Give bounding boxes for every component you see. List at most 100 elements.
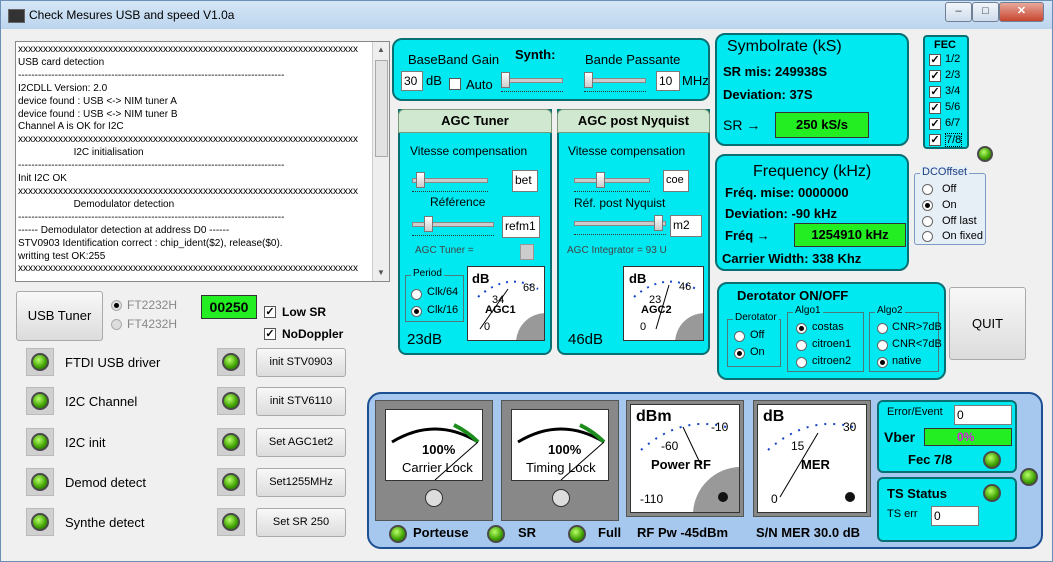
reference-label: Référence (430, 195, 486, 209)
scroll-down-icon[interactable]: ▼ (373, 265, 389, 281)
agc2-tick-0: 0 (640, 321, 647, 333)
baseband-label: BaseBand Gain (408, 52, 500, 67)
power-rf-meter: dBm -10 -60 Power RF -110 (630, 404, 740, 513)
error-panel: Error/Event 0 Vber 0% Fec 7/8 (877, 400, 1017, 473)
fec-rate-readout: Fec 7/8 (908, 452, 953, 467)
dcoffset-radio[interactable] (922, 216, 933, 227)
algo1-radio[interactable] (796, 323, 807, 334)
bandwidth-input[interactable]: 10 (656, 71, 680, 91)
algo1-radio[interactable] (796, 340, 807, 351)
derotator-off-radio[interactable] (734, 331, 745, 342)
nyquist-vitesse-slider[interactable] (574, 172, 650, 192)
nyquist-vitesse-input[interactable]: coe (663, 170, 689, 192)
init-led (217, 428, 245, 456)
porteuse-label: Porteuse (413, 525, 469, 540)
nyquist-ref-slider[interactable] (574, 215, 666, 235)
derotator-on-label: On (750, 346, 765, 358)
error-event-input[interactable]: 0 (954, 405, 1012, 425)
log-line: STV0903 Identification correct : chip_id… (18, 237, 283, 249)
status-label: FTDI USB driver (65, 355, 161, 370)
freq-deviation: Deviation: -90 kHz (725, 206, 837, 221)
derotator-panel: Derotator ON/OFF Derotator Off On Algo1 … (717, 282, 946, 380)
nyquist-ref-input[interactable]: m2 (670, 215, 702, 237)
ft2232-radio[interactable] (111, 300, 122, 311)
dcoffset-title: DCOffset (920, 166, 970, 178)
dcoffset-radio[interactable] (922, 231, 933, 242)
close-button[interactable]: ✕ (999, 2, 1044, 22)
porteuse-led-icon (389, 525, 407, 543)
algo1-radio[interactable] (796, 357, 807, 368)
algo2-radio[interactable] (877, 323, 888, 334)
sr-deviation: Deviation: 37S (723, 87, 813, 102)
dcoffset-radio[interactable] (922, 184, 933, 195)
init-stv0903-button[interactable]: init STV0903 (256, 348, 346, 377)
minimize-button[interactable]: – (945, 2, 972, 22)
log-scrollbar[interactable]: ▲ ▼ (372, 42, 389, 281)
scroll-thumb[interactable] (375, 60, 388, 157)
fec-checkbox[interactable]: ✓ (929, 118, 941, 130)
ts-err-label: TS err (887, 508, 918, 520)
algo2-radio[interactable] (877, 357, 888, 368)
quit-button[interactable]: QUIT (949, 287, 1026, 360)
vber-label: Vber (884, 429, 916, 445)
frequency-panel: Frequency (kHz) Fréq. mise: 0000000 Devi… (715, 154, 909, 271)
agc1-tick-68: 68 (523, 282, 536, 294)
ft4232-radio[interactable] (111, 319, 122, 330)
algo1-label: costas (812, 321, 844, 333)
nodoppler-checkbox[interactable]: ✓ (264, 328, 276, 340)
fec-checkbox[interactable]: ✓ (929, 54, 941, 66)
clk16-radio[interactable] (411, 306, 422, 317)
tuner-vitesse-input[interactable]: bet (512, 170, 538, 192)
init-stv6110-button[interactable]: init STV6110 (256, 387, 346, 416)
log-textbox[interactable]: xxxxxxxxxxxxxxxxxxxxxxxxxxxxxxxxxxxxxxxx… (15, 41, 390, 282)
scroll-up-icon[interactable]: ▲ (373, 42, 389, 58)
auto-checkbox[interactable] (449, 78, 461, 90)
timing-lock-meter: 100% Timing Lock (511, 409, 609, 481)
fec-checkbox[interactable]: ✓ (929, 102, 941, 114)
set-sr-button[interactable]: Set SR 250 (256, 508, 346, 537)
carrier-lock-meter: 100% Carrier Lock (385, 409, 483, 481)
measures-panel: 100% Carrier Lock 100% Timing Lock dBm -… (367, 392, 1043, 549)
ts-err-input[interactable]: 0 (931, 506, 979, 526)
maximize-button[interactable]: □ (972, 2, 999, 22)
full-led-icon (568, 525, 586, 543)
algo2-radio[interactable] (877, 340, 888, 351)
auto-label: Auto (466, 77, 493, 92)
tuner-ref-slider[interactable] (412, 216, 494, 236)
status-label: Synthe detect (65, 515, 145, 530)
usb-tuner-button[interactable]: USB Tuner (16, 291, 103, 341)
fec-checkbox[interactable]: ✓ (929, 86, 941, 98)
fec-checkbox[interactable]: ✓ (929, 134, 941, 146)
fec-checkbox[interactable]: ✓ (929, 70, 941, 82)
synth-gain-slider[interactable] (501, 72, 563, 92)
status-led-icon (31, 513, 49, 531)
bandwidth-slider[interactable] (584, 72, 646, 92)
algo1-label: citroen2 (812, 355, 852, 367)
log-line: I2C initialisation (18, 147, 144, 159)
set-agc-button[interactable]: Set AGC1et2 (256, 428, 346, 457)
status-label: I2C Channel (65, 394, 138, 409)
gain-input[interactable]: 30 (401, 71, 423, 91)
dcoffset-label: On (942, 199, 957, 211)
status-led-icon (31, 353, 49, 371)
derotator-group: Derotator Off On (727, 312, 781, 367)
derotator-off-label: Off (750, 329, 765, 341)
log-line: device found : USB <-> NIM tuner A (18, 95, 177, 107)
fec-panel: FEC ✓ 1/2 ✓ 2/3 ✓ 3/4 ✓ 5/6 ✓ 6/7 ✓ 7/8 (923, 35, 969, 149)
init-led (217, 508, 245, 536)
mer-unit: dB (763, 408, 785, 425)
clk64-radio[interactable] (411, 289, 422, 300)
algo2-label: native (892, 355, 922, 367)
fec-rate-label: 6/7 (945, 117, 961, 129)
set-1255mhz-button[interactable]: Set1255MHz (256, 468, 346, 497)
agc-tuner-panel: AGC Tuner Vitesse compensation bet Référ… (398, 109, 552, 355)
tuner-ref-input[interactable]: refm1 (502, 216, 540, 238)
tuner-vitesse-slider[interactable] (412, 172, 488, 192)
derotator-on-radio[interactable] (734, 348, 745, 359)
low-sr-checkbox[interactable]: ✓ (264, 306, 276, 318)
fec-rate-label: 3/4 (945, 85, 961, 97)
log-line: Channel A is OK for I2C (18, 121, 124, 133)
dcoffset-radio[interactable] (922, 200, 933, 211)
main-window: Check Mesures USB and speed V1.0a – □ ✕ … (0, 0, 1053, 562)
sn-mer-readout: S/N MER 30.0 dB (756, 525, 861, 540)
